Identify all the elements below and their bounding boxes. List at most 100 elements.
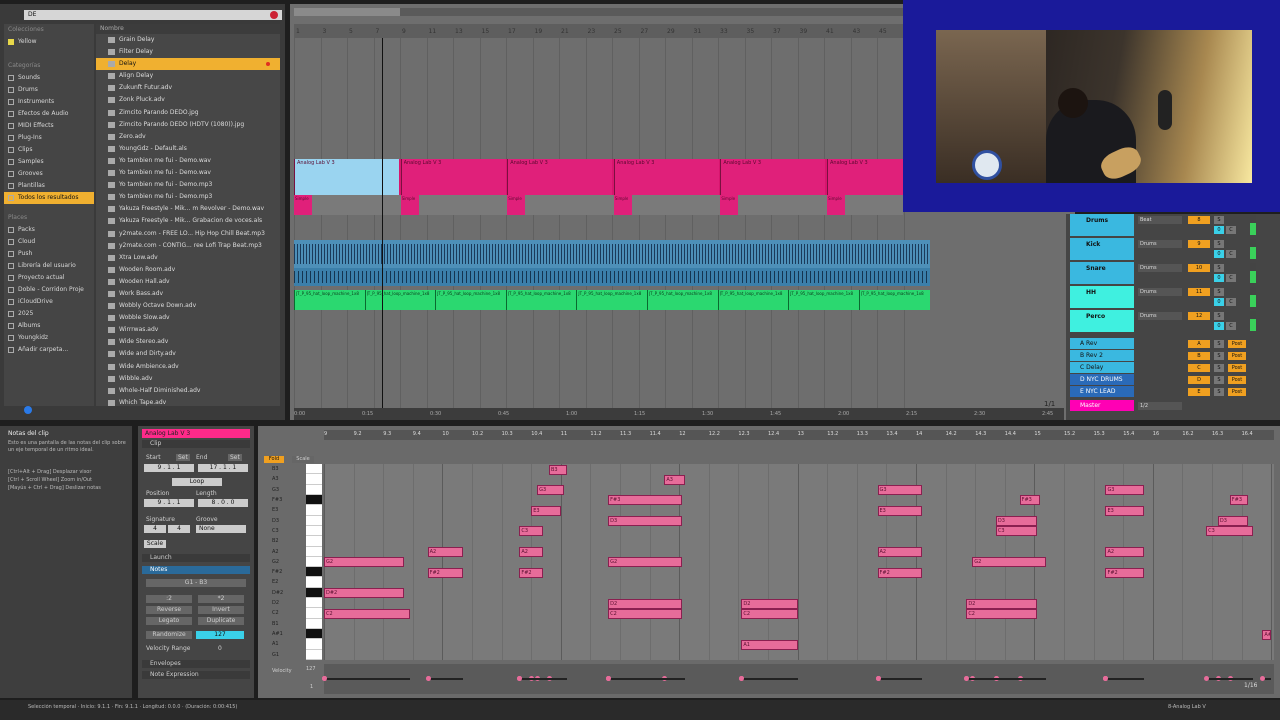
track-number-button[interactable]: 9: [1188, 240, 1210, 248]
midi-note[interactable]: D3: [608, 516, 683, 527]
mixer-track[interactable]: Kick Drums 9 S 0 C: [1066, 238, 1266, 260]
file-item[interactable]: Wobble Slow.adv: [96, 312, 280, 324]
hat-clip[interactable]: JT_P_95_hat_loop_machine_1x8: [717, 290, 788, 310]
piano-key[interactable]: [306, 556, 322, 568]
file-item[interactable]: Yo tambien me fui - Demo.wav: [96, 155, 280, 167]
file-item[interactable]: Zimcito Parando DEDO.jpg: [96, 107, 280, 119]
file-item[interactable]: Align Delay: [96, 70, 280, 82]
category-item[interactable]: Todos los resultados: [4, 192, 94, 204]
piano-key[interactable]: [306, 598, 322, 609]
hat-clip[interactable]: JT_P_95_hat_loop_machine_1x8: [364, 290, 435, 310]
place-item[interactable]: iCloudDrive: [4, 296, 94, 308]
track-number-button[interactable]: 12: [1188, 312, 1210, 320]
file-item[interactable]: Work Bass.adv: [96, 288, 280, 300]
solo-button[interactable]: S: [1214, 388, 1224, 396]
midi-note[interactable]: C3: [995, 526, 1038, 537]
file-item[interactable]: Wobbly Octave Down.adv: [96, 300, 280, 312]
post-button[interactable]: Post: [1228, 352, 1246, 360]
simple-clip[interactable]: Simple: [827, 195, 845, 215]
clip-section-header[interactable]: Clip: [142, 440, 250, 448]
solo-button[interactable]: S: [1214, 312, 1224, 320]
piano-key[interactable]: [306, 577, 322, 588]
return-track[interactable]: A Rev A S Post: [1066, 338, 1266, 350]
position-value[interactable]: 9 . 1 . 1: [144, 499, 194, 507]
midi-note[interactable]: C2: [741, 608, 798, 619]
track-number-button[interactable]: 11: [1188, 288, 1210, 296]
monitor-zero-button[interactable]: 0: [1214, 322, 1224, 330]
hat-clip[interactable]: JT_P_95_hat_loop_machine_1x8: [647, 290, 717, 310]
hat-clip[interactable]: JT_P_95_hat_loop_machine_1x8: [576, 290, 646, 310]
analog-clip[interactable]: Analog Lab V 3: [400, 159, 506, 195]
velocity-marker[interactable]: [877, 678, 922, 680]
center-button[interactable]: C: [1226, 226, 1236, 234]
piano-key[interactable]: [306, 484, 322, 495]
monitor-zero-button[interactable]: 0: [1214, 298, 1224, 306]
post-button[interactable]: Post: [1228, 376, 1246, 384]
file-item[interactable]: Filter Delay: [96, 46, 280, 58]
velocity-dot[interactable]: [964, 676, 970, 681]
solo-button[interactable]: S: [1214, 216, 1224, 224]
velocity-marker[interactable]: [519, 678, 544, 680]
midi-note[interactable]: D2: [608, 598, 683, 609]
piano-key[interactable]: [306, 494, 322, 506]
midi-note[interactable]: D3: [1217, 516, 1248, 527]
return-letter-button[interactable]: C: [1188, 364, 1210, 372]
simple-clip[interactable]: Simple: [400, 195, 419, 215]
velocity-marker[interactable]: [741, 678, 798, 680]
piano-key[interactable]: [306, 618, 322, 630]
monitor-zero-button[interactable]: 0: [1214, 226, 1224, 234]
midi-note[interactable]: C2: [608, 608, 683, 619]
midi-note[interactable]: G2: [608, 557, 683, 568]
piano-key[interactable]: [306, 639, 322, 650]
hat-clip[interactable]: JT_P_95_hat_loop_machine_1x8: [505, 290, 576, 310]
file-item[interactable]: Wooden Room.adv: [96, 264, 280, 276]
midi-note[interactable]: D#2: [324, 588, 404, 599]
invert-button[interactable]: Invert: [198, 606, 244, 614]
midi-note[interactable]: F#2: [1105, 567, 1144, 578]
return-letter-button[interactable]: D: [1188, 376, 1210, 384]
post-button[interactable]: Post: [1228, 364, 1246, 372]
fold-button[interactable]: Fold: [264, 456, 284, 463]
category-item[interactable]: MIDI Effects: [4, 120, 94, 132]
file-item[interactable]: Zukunft Futur.adv: [96, 82, 280, 94]
solo-button[interactable]: S: [1214, 288, 1224, 296]
solo-button[interactable]: S: [1214, 376, 1224, 384]
file-item[interactable]: Yo tambien me fui - Demo.mp3: [96, 191, 280, 203]
midi-note[interactable]: B3: [548, 464, 567, 475]
velocity-dot[interactable]: [517, 676, 523, 681]
mixer-input-select[interactable]: Drums: [1138, 240, 1182, 248]
mixer-input-select[interactable]: Beat: [1138, 216, 1182, 224]
return-track[interactable]: E NYC LEAD E S Post: [1066, 386, 1266, 398]
drum-audio-clip[interactable]: [294, 240, 930, 268]
place-item[interactable]: Añadir carpeta...: [4, 344, 94, 356]
place-item[interactable]: Albums: [4, 320, 94, 332]
simple-clip[interactable]: Simple: [294, 195, 312, 215]
category-item[interactable]: Plantillas: [4, 180, 94, 192]
piano-key[interactable]: [306, 567, 322, 578]
groove-select[interactable]: None: [196, 525, 246, 533]
piano-key[interactable]: [306, 629, 322, 640]
file-item[interactable]: Zero.adv: [96, 131, 280, 143]
return-letter-button[interactable]: E: [1188, 388, 1210, 396]
solo-button[interactable]: S: [1214, 240, 1224, 248]
file-item[interactable]: Yakuza Freestyle - Mik... m Revolver - D…: [96, 203, 280, 215]
midi-note[interactable]: A3: [664, 474, 686, 485]
place-item[interactable]: Proyecto actual: [4, 272, 94, 284]
file-item[interactable]: Yo tambien me fui - Demo.mp3: [96, 179, 280, 191]
search-input[interactable]: DE: [24, 10, 282, 20]
file-item[interactable]: Whole-Half Diminished.adv: [96, 385, 280, 397]
place-item[interactable]: Packs: [4, 224, 94, 236]
mixer-track-name[interactable]: HH: [1070, 286, 1134, 308]
velocity-marker[interactable]: [324, 678, 410, 680]
scale-button[interactable]: Scale: [292, 456, 314, 463]
post-button[interactable]: Post: [1228, 388, 1246, 396]
track-number-button[interactable]: 8: [1188, 216, 1210, 224]
master-track[interactable]: Master 1/2: [1066, 400, 1266, 412]
category-item[interactable]: Drums: [4, 84, 94, 96]
velocity-marker[interactable]: [1206, 678, 1254, 680]
piano-roll-ruler[interactable]: 9 9.2 9.3 9.4 10 10.2 10.3 10.4 11 11.2 11.3 11.4 12…: [324, 430, 1274, 440]
category-item[interactable]: Plug-Ins: [4, 132, 94, 144]
midi-note[interactable]: F#2: [519, 567, 544, 578]
mixer-track-name[interactable]: Kick: [1070, 238, 1134, 260]
set-start-button[interactable]: Set: [176, 454, 190, 461]
